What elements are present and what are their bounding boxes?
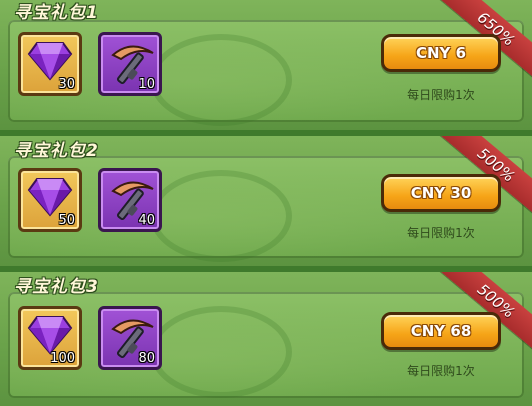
gem-item-slot[interactable]: 100 — [18, 306, 82, 370]
gem-item-slot[interactable]: 30 — [18, 32, 82, 96]
pickaxe-item-slot[interactable]: 40 — [98, 168, 162, 232]
purple-gem-icon — [27, 42, 73, 81]
pickaxe-item-slot[interactable]: 10 — [98, 32, 162, 96]
buy-button[interactable]: CNY 30 — [381, 174, 501, 212]
pack-panel-1: 寻宝礼包1 650% 30 10 CNY 6 每日限购1次 — [0, 0, 532, 130]
pickaxe-quantity: 10 — [138, 77, 155, 92]
purchase-limit: 每日限购1次 — [407, 364, 475, 378]
pickaxe-quantity: 40 — [138, 213, 155, 228]
leaf-decoration — [150, 306, 292, 398]
purple-gem-icon — [27, 178, 73, 217]
purchase-limit: 每日限购1次 — [407, 226, 475, 240]
buy-button[interactable]: CNY 68 — [381, 312, 501, 350]
pack-title: 寻宝礼包3 — [14, 277, 99, 297]
pickaxe-item-slot[interactable]: 80 — [98, 306, 162, 370]
leaf-decoration — [150, 34, 292, 126]
pack-panel-2: 寻宝礼包2 500% 50 40 CNY 30 每日限购1次 — [0, 136, 532, 266]
purchase-limit: 每日限购1次 — [407, 88, 475, 102]
pickaxe-quantity: 80 — [138, 351, 155, 366]
pack-title: 寻宝礼包1 — [14, 3, 99, 23]
gem-item-slot[interactable]: 50 — [18, 168, 82, 232]
pack-title: 寻宝礼包2 — [14, 141, 99, 161]
buy-button[interactable]: CNY 6 — [381, 34, 501, 72]
purple-gem-icon — [27, 316, 73, 355]
leaf-decoration — [150, 170, 292, 262]
gem-quantity: 30 — [58, 77, 75, 92]
gem-quantity: 50 — [58, 213, 75, 228]
gem-quantity: 100 — [50, 351, 75, 366]
pack-panel-3: 寻宝礼包3 500% 100 80 CNY 68 每日限购1次 — [0, 272, 532, 406]
